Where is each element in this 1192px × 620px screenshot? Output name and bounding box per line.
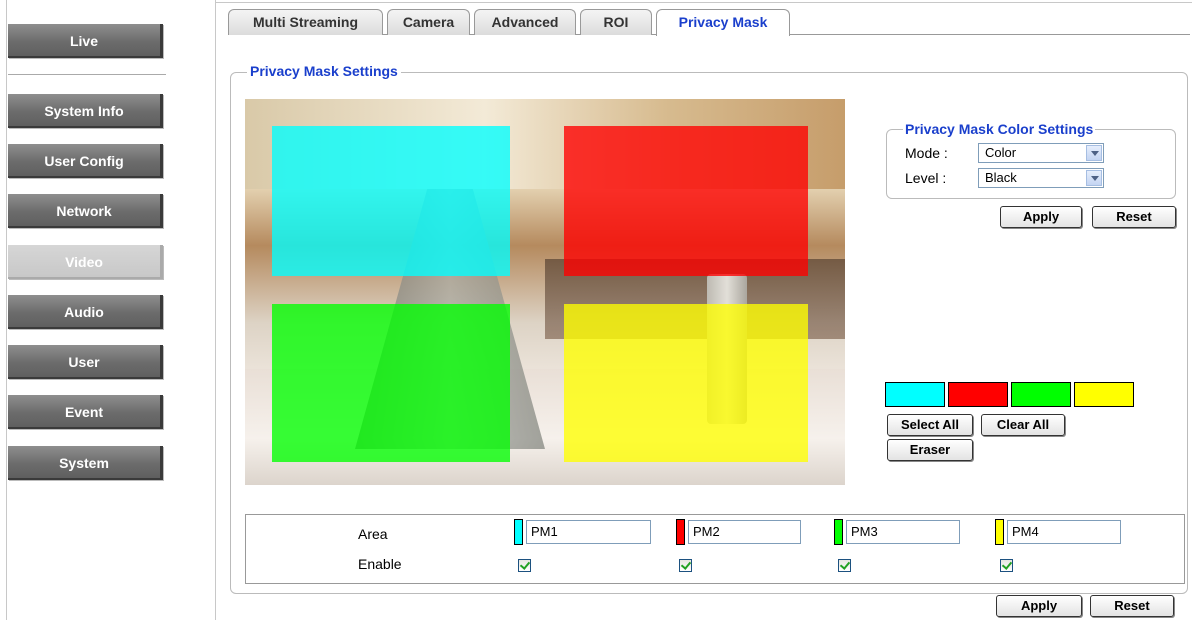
chevron-down-icon [1086,170,1102,186]
color-settings-legend: Privacy Mask Color Settings [903,121,1096,137]
pm2-color-bar [676,519,685,545]
pm1-input[interactable]: PM1 [526,520,651,544]
pm3-enable-checkbox[interactable] [838,559,851,572]
camera-preview[interactable] [245,99,845,485]
nav-user-config-button[interactable]: User Config [8,144,163,178]
level-select[interactable]: Black [978,168,1104,188]
tab-roi[interactable]: ROI [580,9,652,35]
pm3-input[interactable]: PM3 [846,520,960,544]
nav-video-button[interactable]: Video [8,245,163,279]
pm2-input[interactable]: PM2 [688,520,801,544]
color-settings-box [886,129,1176,199]
pm4-input[interactable]: PM4 [1007,520,1121,544]
nav-system-button[interactable]: System [8,446,163,480]
tab-multi-streaming[interactable]: Multi Streaming [228,9,383,35]
swatch-green[interactable] [1011,382,1071,407]
nav-event-button[interactable]: Event [8,395,163,429]
apply-button[interactable]: Apply [996,595,1082,617]
clear-all-button[interactable]: Clear All [981,414,1065,436]
pm3-color-bar [834,519,843,545]
tab-privacy-mask[interactable]: Privacy Mask [656,9,790,36]
level-select-value: Black [985,170,1017,185]
eraser-button[interactable]: Eraser [887,439,973,461]
mode-label: Mode : [905,145,948,161]
enable-label: Enable [358,556,402,572]
pm4-color-bar [995,519,1004,545]
swatch-red[interactable] [948,382,1008,407]
mask-region-pm1[interactable] [272,126,510,276]
nav-separator [8,74,166,75]
area-label: Area [358,526,388,542]
pm4-enable-checkbox[interactable] [1000,559,1013,572]
level-label: Level : [905,170,947,186]
chevron-down-icon [1086,145,1102,161]
nav-user-button[interactable]: User [8,345,163,379]
select-all-button[interactable]: Select All [887,414,973,436]
nav-system-info-button[interactable]: System Info [8,94,163,128]
color-reset-button[interactable]: Reset [1092,206,1176,228]
reset-button[interactable]: Reset [1090,595,1174,617]
nav-network-button[interactable]: Network [8,194,163,228]
tab-advanced[interactable]: Advanced [474,9,576,35]
mask-region-pm3[interactable] [272,304,510,462]
pm2-enable-checkbox[interactable] [679,559,692,572]
nav-audio-button[interactable]: Audio [8,295,163,329]
top-border [215,2,1192,3]
color-apply-button[interactable]: Apply [1000,206,1082,228]
nav-live-button[interactable]: Live [8,24,163,58]
pm1-enable-checkbox[interactable] [518,559,531,572]
mask-region-pm2[interactable] [564,126,808,276]
left-border [6,0,7,620]
mode-select[interactable]: Color [978,143,1104,163]
nav-divider [215,0,216,620]
mask-region-pm4[interactable] [564,304,808,462]
tab-camera[interactable]: Camera [387,9,470,35]
mode-select-value: Color [985,145,1017,160]
swatch-cyan[interactable] [885,382,945,407]
swatch-yellow[interactable] [1074,382,1134,407]
privacy-mask-settings-legend: Privacy Mask Settings [247,63,401,79]
pm1-color-bar [514,519,523,545]
